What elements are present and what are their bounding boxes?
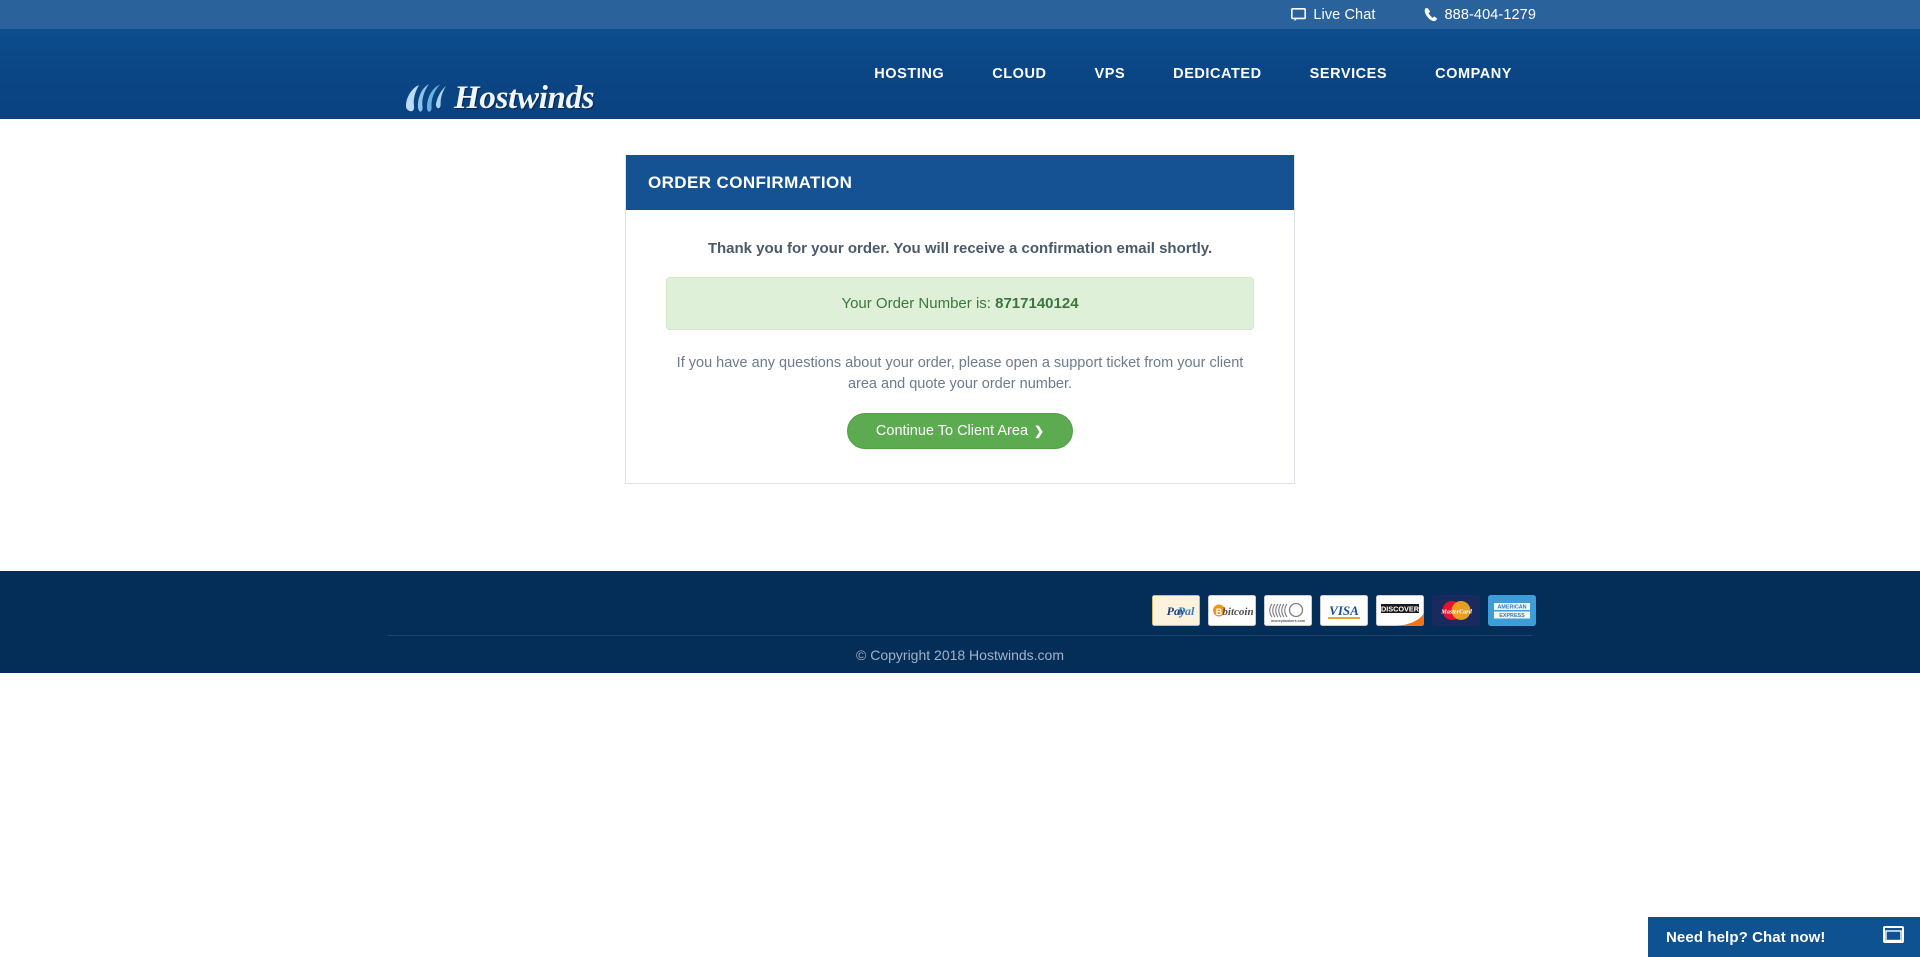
nav-item-hosting[interactable]: HOSTING (850, 29, 968, 119)
thank-you-message: Thank you for your order. You will recei… (707, 240, 1213, 257)
live-chat-label: Live Chat (1313, 6, 1376, 23)
phone-link[interactable]: 888-404-1279 (1424, 7, 1537, 23)
site-header: Hostwinds HOSTING CLOUD VPS DEDICATED SE… (0, 29, 1920, 119)
paypal-icon: Pay Pal (1152, 595, 1200, 626)
card-body: Thank you for your order. You will recei… (626, 210, 1294, 483)
chevron-right-icon: ❯ (1034, 424, 1045, 439)
support-instructions: If you have any questions about your ord… (676, 355, 1244, 393)
svg-text:MasterCard: MasterCard (1440, 609, 1473, 616)
phone-number-label: 888-404-1279 (1444, 6, 1536, 23)
payment-methods-row: Pay Pal B bitcoin moneybookers.com VISA … (1152, 595, 1536, 626)
footer-divider (388, 635, 1532, 636)
nav-item-dedicated[interactable]: DEDICATED (1149, 29, 1285, 119)
bitcoin-icon: B bitcoin (1208, 595, 1256, 626)
site-logo[interactable]: Hostwinds (402, 79, 595, 117)
site-footer: Pay Pal B bitcoin moneybookers.com VISA … (0, 571, 1920, 673)
nav-item-cloud[interactable]: CLOUD (968, 29, 1070, 119)
nav-item-vps[interactable]: VPS (1071, 29, 1150, 119)
svg-text:AMERICAN: AMERICAN (1497, 605, 1526, 611)
top-utility-bar: Live Chat 888-404-1279 (0, 0, 1920, 29)
svg-text:EXPRESS: EXPRESS (1499, 613, 1525, 619)
main-navigation: HOSTING CLOUD VPS DEDICATED SERVICES COM… (850, 29, 1536, 119)
order-number-prefix: Your Order Number is: (841, 295, 996, 312)
window-maximize-icon[interactable] (1883, 926, 1904, 948)
mastercard-icon: MasterCard (1432, 595, 1480, 626)
nav-item-services[interactable]: SERVICES (1286, 29, 1411, 119)
svg-text:VISA: VISA (1329, 603, 1359, 618)
chat-bubble-icon (1291, 7, 1307, 22)
svg-text:DISCOVER: DISCOVER (1381, 604, 1420, 613)
order-confirmation-card: ORDER CONFIRMATION Thank you for your or… (625, 155, 1295, 485)
moneybookers-icon: moneybookers.com (1264, 595, 1312, 626)
svg-text:bitcoin: bitcoin (1222, 606, 1253, 618)
live-chat-link[interactable]: Live Chat (1291, 7, 1375, 23)
order-number-value: 8717140124 (995, 295, 1079, 312)
wind-swirl-icon (402, 79, 448, 117)
continue-to-client-area-button[interactable]: Continue To Client Area ❯ (846, 413, 1074, 450)
order-number-alert: Your Order Number is: 8717140124 (666, 277, 1254, 330)
amex-icon: AMERICAN EXPRESS (1488, 595, 1536, 626)
chat-widget[interactable]: Need help? Chat now! (1648, 917, 1920, 957)
visa-icon: VISA (1320, 595, 1368, 626)
phone-icon (1424, 7, 1438, 22)
svg-text:Pal: Pal (1178, 604, 1195, 618)
svg-text:moneybookers.com: moneybookers.com (1271, 619, 1305, 623)
logo-wordmark: Hostwinds (454, 79, 595, 116)
page-content: ORDER CONFIRMATION Thank you for your or… (0, 119, 1920, 571)
discover-icon: DISCOVER (1376, 595, 1424, 626)
continue-button-label: Continue To Client Area (875, 423, 1029, 440)
chat-widget-label: Need help? Chat now! (1666, 928, 1826, 946)
card-title: ORDER CONFIRMATION (626, 155, 1294, 210)
copyright-text: © Copyright 2018 Hostwinds.com (856, 647, 1064, 663)
nav-item-company[interactable]: COMPANY (1411, 29, 1536, 119)
